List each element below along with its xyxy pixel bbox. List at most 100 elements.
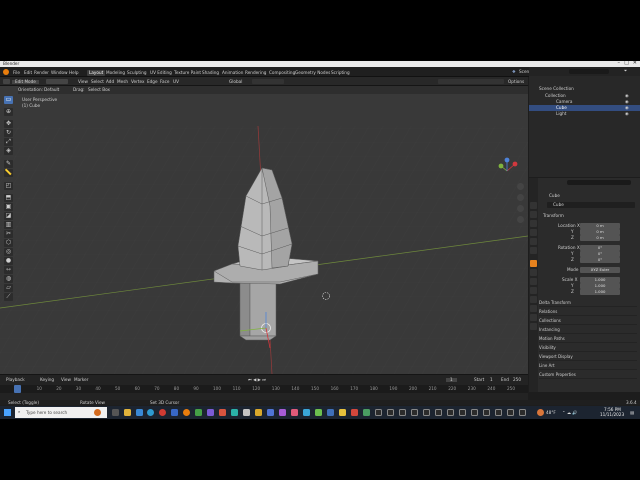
tab-shading[interactable]: Shading (200, 70, 221, 76)
shear-tool-icon[interactable]: ▱ (4, 284, 13, 292)
visibility-eye-icon[interactable]: ◉ (625, 105, 629, 110)
move-tool-icon[interactable]: ✥ (4, 120, 13, 128)
panel-line-art[interactable]: Line Art (539, 362, 637, 370)
editor-type-icon[interactable] (3, 79, 10, 84)
transform-orientation-dropdown[interactable]: Global (229, 79, 242, 84)
mode-dropdown[interactable]: Edit Mode (12, 79, 39, 84)
measure-tool-icon[interactable]: 📏 (4, 169, 13, 177)
tab-rendering[interactable]: Rendering (243, 70, 268, 76)
scale-z-field[interactable]: 1.000 (580, 289, 620, 295)
rotation-y-field[interactable]: 0° (580, 251, 620, 257)
minimize-button[interactable]: – (618, 61, 621, 66)
panel-collections[interactable]: Collections (539, 317, 637, 325)
maximize-button[interactable]: □ (624, 61, 629, 66)
app-icon[interactable] (303, 409, 310, 416)
visibility-eye-icon[interactable]: ◉ (625, 99, 629, 104)
app-icon[interactable] (423, 409, 430, 416)
visibility-eye-icon[interactable]: ◉ (625, 93, 629, 98)
panel-custom-properties[interactable]: Custom Properties (539, 371, 637, 379)
knife-tool-icon[interactable]: ✂ (4, 230, 13, 238)
menu-mesh[interactable]: Mesh (117, 79, 128, 84)
annotate-tool-icon[interactable]: ✎ (4, 160, 13, 168)
start-frame-field[interactable]: 1 (490, 377, 493, 382)
app-icon[interactable] (339, 409, 346, 416)
panel-visibility[interactable]: Visibility (539, 344, 637, 352)
edge-browser-icon[interactable] (147, 409, 154, 416)
windows-start-icon[interactable] (4, 409, 11, 416)
outliner-item-collection[interactable]: Collection (545, 93, 566, 98)
tab-uv-editing[interactable]: UV Editing (148, 70, 174, 76)
constraints-tab-icon[interactable] (530, 296, 537, 303)
app-icon[interactable] (363, 409, 370, 416)
app-icon[interactable] (507, 409, 514, 416)
app-icon[interactable] (255, 409, 262, 416)
transform-tool-icon[interactable]: ◈ (4, 147, 13, 155)
cursor-tool-icon[interactable]: ⊕ (4, 108, 13, 116)
outliner-item-camera[interactable]: Camera (556, 99, 572, 104)
app-icon[interactable] (219, 409, 226, 416)
scale-y-field[interactable]: 1.000 (580, 283, 620, 289)
rotation-mode-dropdown[interactable]: XYZ Euler (580, 267, 620, 273)
app-icon[interactable] (267, 409, 274, 416)
edge-slide-tool-icon[interactable]: ⇿ (4, 266, 13, 274)
pan-hand-icon[interactable] (517, 194, 524, 201)
viewport-canvas[interactable] (0, 86, 528, 374)
mail-icon[interactable] (136, 409, 143, 416)
tab-scripting[interactable]: Scripting (329, 70, 352, 76)
menu-help[interactable]: Help (67, 70, 81, 76)
overlay-shading-buttons[interactable] (438, 79, 504, 84)
menu-edge[interactable]: Edge (147, 79, 158, 84)
tab-geometry-nodes[interactable]: Geometry Nodes (293, 70, 332, 76)
outliner-row-selected[interactable] (529, 105, 640, 111)
filter-icon[interactable]: ⏷ (624, 68, 627, 73)
menu-add[interactable]: Add (106, 79, 114, 84)
texture-tab-icon[interactable] (530, 323, 537, 330)
app-icon[interactable] (519, 409, 526, 416)
panel-delta-transform[interactable]: Delta Transform (539, 299, 637, 307)
app-icon[interactable] (315, 409, 322, 416)
app-icon[interactable] (411, 409, 418, 416)
app-icon[interactable] (327, 409, 334, 416)
timeline-keying-menu[interactable]: Keying (40, 377, 54, 382)
app-icon[interactable] (399, 409, 406, 416)
3d-viewport[interactable]: User Perspective (1) Cube (0, 86, 528, 374)
extrude-tool-icon[interactable]: ⬒ (4, 194, 13, 202)
outliner-item-cube[interactable]: Cube (556, 105, 567, 110)
tab-sculpting[interactable]: Sculpting (125, 70, 149, 76)
zoom-icon[interactable] (517, 183, 524, 190)
visibility-eye-icon[interactable]: ◉ (625, 111, 629, 116)
bevel-tool-icon[interactable]: ◪ (4, 212, 13, 220)
end-frame-field[interactable]: 250 (513, 377, 521, 382)
rotate-tool-icon[interactable]: ↻ (4, 129, 13, 137)
outliner-item-light[interactable]: Light (556, 111, 566, 116)
add-cube-tool-icon[interactable]: ◰ (4, 182, 13, 190)
grid-view-icon[interactable] (517, 216, 524, 223)
chrome-browser-icon[interactable] (159, 409, 166, 416)
store-icon[interactable] (171, 409, 178, 416)
menu-file[interactable]: File (11, 70, 22, 76)
app-icon[interactable] (447, 409, 454, 416)
orientation-dropdown[interactable]: Default (44, 87, 59, 92)
close-button[interactable]: ✕ (633, 61, 637, 66)
app-icon[interactable] (207, 409, 214, 416)
app-icon[interactable] (279, 409, 286, 416)
physics-tab-icon[interactable] (530, 287, 537, 294)
menu-select[interactable]: Select (91, 79, 104, 84)
snapping-buttons[interactable] (252, 79, 284, 84)
panel-viewport-display[interactable]: Viewport Display (539, 353, 637, 361)
material-tab-icon[interactable] (530, 314, 537, 321)
panel-instancing[interactable]: Instancing (539, 326, 637, 334)
scene-tab-icon[interactable] (530, 238, 537, 245)
particles-tab-icon[interactable] (530, 278, 537, 285)
tab-layout[interactable]: Layout (87, 69, 106, 76)
app-icon[interactable] (435, 409, 442, 416)
taskbar-search-placeholder[interactable]: Type here to search (26, 410, 67, 415)
weather-icon[interactable] (537, 409, 544, 416)
app-icon[interactable] (483, 409, 490, 416)
blender-logo-icon[interactable] (3, 69, 9, 75)
app-icon[interactable] (459, 409, 466, 416)
rip-region-tool-icon[interactable]: ⟋ (4, 293, 13, 301)
render-tab-icon[interactable] (530, 211, 537, 218)
select-mode-buttons[interactable] (46, 79, 68, 84)
menu-face[interactable]: Face (160, 79, 169, 84)
